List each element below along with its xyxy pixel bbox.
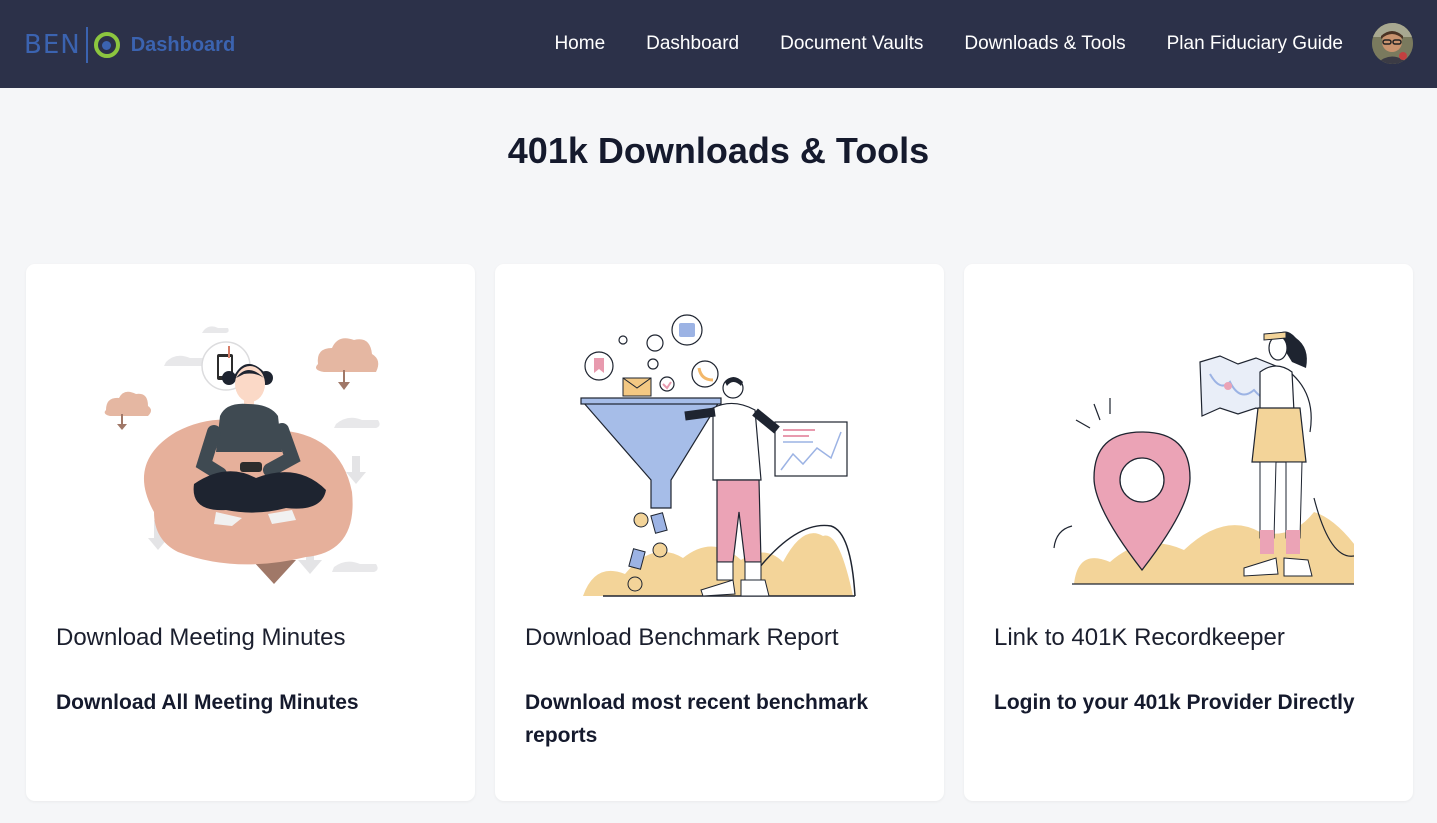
top-navbar: BEN Dashboard Home Dashboard Document Va… bbox=[0, 0, 1437, 88]
brand-logo[interactable]: BEN Dashboard bbox=[24, 24, 235, 66]
card-description-link[interactable]: Download All Meeting Minutes bbox=[56, 686, 451, 719]
man-with-funnel-illustration-icon bbox=[580, 314, 856, 597]
brand-logo-text: BEN bbox=[24, 30, 81, 60]
woman-downloading-illustration-icon bbox=[104, 326, 380, 584]
card-title: Download Benchmark Report bbox=[525, 624, 839, 651]
brand-title: Dashboard bbox=[130, 33, 236, 56]
card-description-link[interactable]: Download most recent benchmark reports bbox=[525, 686, 920, 752]
card-description-link[interactable]: Login to your 401k Provider Directly bbox=[994, 686, 1389, 719]
brand-divider bbox=[85, 27, 88, 63]
nav-document-vaults[interactable]: Document Vaults bbox=[780, 33, 923, 55]
nav-dashboard[interactable]: Dashboard bbox=[646, 33, 739, 55]
card-benchmark-report[interactable]: Download Benchmark Report Download most … bbox=[495, 264, 944, 801]
nav-menu: Home Dashboard Document Vaults Downloads… bbox=[513, 0, 1343, 88]
user-avatar-icon bbox=[1372, 23, 1413, 64]
nav-downloads-tools[interactable]: Downloads & Tools bbox=[964, 33, 1125, 55]
card-recordkeeper-link[interactable]: Link to 401K Recordkeeper Login to your … bbox=[964, 264, 1413, 801]
page-title: 401k Downloads & Tools bbox=[507, 130, 930, 171]
woman-with-map-pin-illustration-icon bbox=[1053, 331, 1354, 585]
card-meeting-minutes[interactable]: Download Meeting Minutes Download All Me… bbox=[26, 264, 475, 801]
brand-g-icon bbox=[93, 32, 120, 58]
user-avatar[interactable] bbox=[1372, 23, 1413, 64]
card-title: Download Meeting Minutes bbox=[56, 624, 346, 651]
nav-home[interactable]: Home bbox=[554, 33, 605, 55]
card-title: Link to 401K Recordkeeper bbox=[994, 624, 1285, 651]
nav-plan-fiduciary-guide[interactable]: Plan Fiduciary Guide bbox=[1167, 33, 1343, 55]
